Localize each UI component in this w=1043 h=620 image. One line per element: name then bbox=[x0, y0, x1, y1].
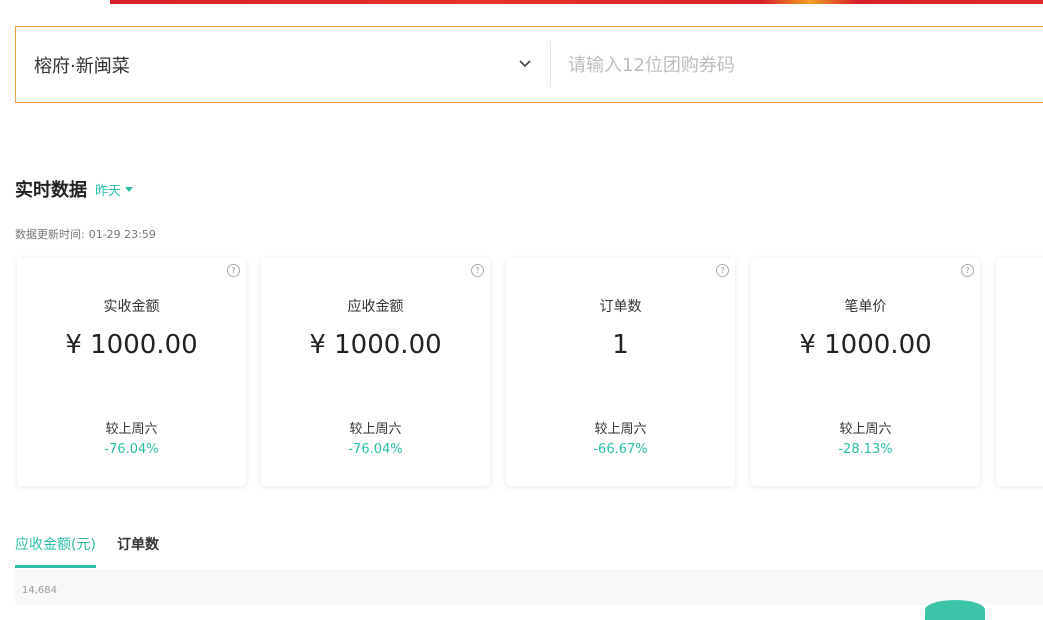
metric-change: -76.04% bbox=[104, 442, 159, 457]
metric-card-avg-price: ? 笔单价 ¥ 1000.00 较上周六 -28.13% bbox=[751, 258, 980, 486]
date-filter-label: 昨天 bbox=[95, 184, 122, 199]
metric-value: ¥ 1000.00 bbox=[799, 330, 932, 360]
metric-label: 笔单价 bbox=[844, 299, 887, 315]
metric-value: 1 bbox=[612, 330, 629, 360]
update-time: 数据更新时间: 01-29 23:59 bbox=[15, 226, 156, 242]
metric-compare-label: 较上周六 bbox=[349, 422, 402, 437]
search-bar: 榕府·新闽菜 bbox=[15, 26, 1043, 103]
chart-area: 14,684 bbox=[15, 569, 1043, 620]
metric-card-partial bbox=[996, 258, 1043, 486]
question-circle-icon[interactable]: ? bbox=[471, 264, 484, 277]
metric-label: 实收金额 bbox=[103, 299, 160, 315]
metric-card-orders: ? 订单数 1 较上周六 -66.67% bbox=[506, 258, 735, 486]
metric-compare-label: 较上周六 bbox=[839, 422, 892, 437]
metric-compare-label: 较上周六 bbox=[105, 422, 158, 437]
metric-value: ¥ 1000.00 bbox=[65, 330, 198, 360]
metric-change: -66.67% bbox=[593, 442, 648, 457]
question-circle-icon[interactable]: ? bbox=[716, 264, 729, 277]
chevron-down-icon[interactable] bbox=[516, 55, 534, 73]
chart-mark bbox=[925, 600, 985, 620]
tab-receivable-amount[interactable]: 应收金额(元) bbox=[15, 534, 96, 568]
metric-change: -76.04% bbox=[348, 442, 403, 457]
search-divider bbox=[550, 41, 551, 87]
chart-y-tick: 14,684 bbox=[22, 585, 57, 596]
tab-order-count[interactable]: 订单数 bbox=[117, 534, 159, 568]
question-circle-icon[interactable]: ? bbox=[961, 264, 974, 277]
metric-label: 订单数 bbox=[599, 299, 642, 315]
metric-card-actual-revenue: ? 实收金额 ¥ 1000.00 较上周六 -76.04% bbox=[17, 258, 246, 486]
metric-value: ¥ 1000.00 bbox=[309, 330, 442, 360]
metric-compare-label: 较上周六 bbox=[594, 422, 647, 437]
coupon-code-input[interactable] bbox=[566, 43, 1040, 87]
metric-card-receivable: ? 应收金额 ¥ 1000.00 较上周六 -76.04% bbox=[261, 258, 490, 486]
update-time-label: 数据更新时间: bbox=[15, 228, 85, 241]
caret-down-icon bbox=[125, 187, 134, 192]
section-title: 实时数据 bbox=[15, 180, 87, 201]
store-name: 榕府·新闽菜 bbox=[34, 55, 130, 77]
top-banner bbox=[110, 0, 1043, 4]
date-filter-dropdown[interactable]: 昨天 bbox=[95, 180, 134, 199]
store-select[interactable]: 榕府·新闽菜 bbox=[16, 27, 551, 102]
metric-change: -28.13% bbox=[838, 442, 893, 457]
metric-label: 应收金额 bbox=[347, 299, 404, 315]
update-time-value: 01-29 23:59 bbox=[88, 228, 156, 241]
question-circle-icon[interactable]: ? bbox=[227, 264, 240, 277]
